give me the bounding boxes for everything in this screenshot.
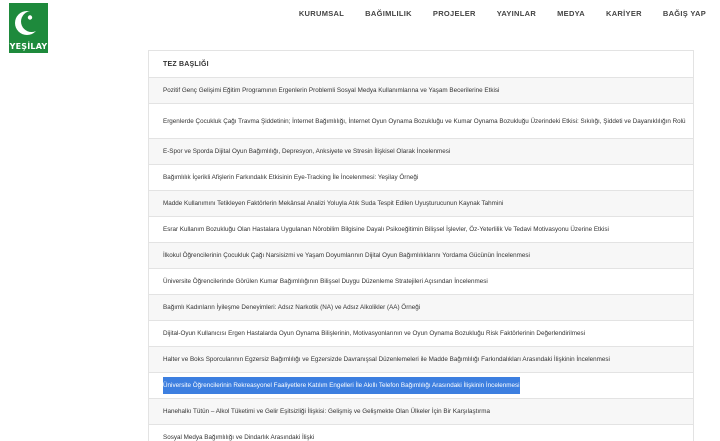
- nav-item-yayinlar[interactable]: YAYINLAR: [497, 9, 536, 18]
- table-row: İlkokul Öğrencilerinin Çocukluk Çağı Nar…: [149, 243, 693, 269]
- table-row: Dijital-Oyun Kullanıcısı Ergen Hastalard…: [149, 321, 693, 347]
- yesilay-logo[interactable]: YEŞİLAY: [9, 3, 48, 53]
- thesis-title[interactable]: Pozitif Genç Gelişimi Eğitim Programının…: [163, 82, 499, 99]
- thesis-table: TEZ BAŞLIĞI Pozitif Genç Gelişimi Eğitim…: [148, 50, 694, 441]
- table-row: Ergenlerde Çocukluk Çağı Travma Şiddetin…: [149, 104, 693, 139]
- thesis-title[interactable]: Hanehalkı Tütün – Alkol Tüketimi ve Geli…: [163, 403, 490, 420]
- table-row: Pozitif Genç Gelişimi Eğitim Programının…: [149, 78, 693, 104]
- nav-item-kurumsal[interactable]: KURUMSAL: [299, 9, 344, 18]
- thesis-title[interactable]: Madde Kullanımını Tetikleyen Faktörlerin…: [163, 195, 503, 212]
- thesis-title[interactable]: Sosyal Medya Bağımlılığı ve Dindarlık Ar…: [163, 429, 314, 441]
- thesis-title[interactable]: Ergenlerde Çocukluk Çağı Travma Şiddetin…: [163, 113, 686, 130]
- thesis-title[interactable]: Dijital-Oyun Kullanıcısı Ergen Hastalard…: [163, 325, 585, 342]
- table-row: Üniversite Öğrencilerinde Görülen Kumar …: [149, 269, 693, 295]
- table-row: Bağımlı Kadınların İyileşme Deneyimleri:…: [149, 295, 693, 321]
- table-row: Hanehalkı Tütün – Alkol Tüketimi ve Geli…: [149, 399, 693, 425]
- logo-wordmark: YEŞİLAY: [9, 42, 48, 51]
- thesis-title[interactable]: Esrar Kullanım Bozukluğu Olan Hastalara …: [163, 221, 609, 238]
- table-row-selected: Üniversite Öğrencilerinin Rekreasyonel F…: [149, 373, 693, 399]
- main-navigation: KURUMSAL BAĞIMLILIK PROJELER YAYINLAR ME…: [278, 0, 706, 26]
- thesis-title-selected[interactable]: Üniversite Öğrencilerinin Rekreasyonel F…: [163, 377, 520, 394]
- table-row: Madde Kullanımını Tetikleyen Faktörlerin…: [149, 191, 693, 217]
- nav-item-bagis-yap[interactable]: BAĞIŞ YAP: [663, 9, 706, 18]
- thesis-title[interactable]: E-Spor ve Sporda Dijital Oyun Bağımlılığ…: [163, 143, 450, 160]
- table-row: Sosyal Medya Bağımlılığı ve Dindarlık Ar…: [149, 425, 693, 441]
- nav-item-projeler[interactable]: PROJELER: [433, 9, 476, 18]
- thesis-title[interactable]: Üniversite Öğrencilerinde Görülen Kumar …: [163, 273, 488, 290]
- table-row: Esrar Kullanım Bozukluğu Olan Hastalara …: [149, 217, 693, 243]
- crescent-star-icon: [9, 3, 48, 41]
- thesis-title[interactable]: Bağımlılık İçerikli Afişlerin Farkındalı…: [163, 169, 418, 186]
- nav-item-kariyer[interactable]: KARİYER: [606, 9, 642, 18]
- thesis-title[interactable]: Halter ve Boks Sporcularının Egzersiz Ba…: [163, 351, 610, 368]
- table-row: E-Spor ve Sporda Dijital Oyun Bağımlılığ…: [149, 139, 693, 165]
- table-row: Bağımlılık İçerikli Afişlerin Farkındalı…: [149, 165, 693, 191]
- nav-item-medya[interactable]: MEDYA: [557, 9, 585, 18]
- thesis-title[interactable]: İlkokul Öğrencilerinin Çocukluk Çağı Nar…: [163, 247, 530, 264]
- nav-item-bagimlilik[interactable]: BAĞIMLILIK: [365, 9, 412, 18]
- table-header-tez-basligi: TEZ BAŞLIĞI: [149, 51, 693, 78]
- table-row: Halter ve Boks Sporcularının Egzersiz Ba…: [149, 347, 693, 373]
- thesis-title[interactable]: Bağımlı Kadınların İyileşme Deneyimleri:…: [163, 299, 420, 316]
